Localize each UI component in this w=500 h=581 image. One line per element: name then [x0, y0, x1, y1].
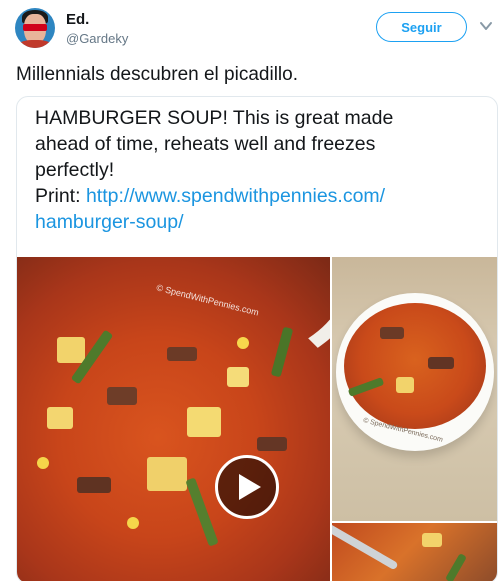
- avatar-shirt: [19, 40, 51, 48]
- potato-chunk: [396, 377, 414, 393]
- spoon: [332, 523, 399, 571]
- potato-chunk: [187, 407, 221, 437]
- quoted-card[interactable]: HAMBURGER SOUP! This is great made ahead…: [16, 96, 498, 581]
- bowl-soup: [344, 303, 486, 429]
- potato-chunk: [147, 457, 187, 491]
- beef-crumble: [107, 387, 137, 405]
- beef-crumble: [428, 357, 454, 369]
- potato-chunk: [422, 533, 442, 547]
- card-text: HAMBURGER SOUP! This is great made ahead…: [35, 105, 490, 235]
- card-print-line: Print: http://www.spendwithpennies.com/: [35, 183, 490, 209]
- print-label: Print:: [35, 185, 86, 207]
- user-handle[interactable]: @Gardeky: [66, 31, 128, 46]
- tweet-text: Millennials descubren el picadillo.: [16, 64, 298, 85]
- potato-chunk: [57, 337, 85, 363]
- card-link-part-2[interactable]: hamburger-soup/: [35, 209, 490, 235]
- tweet-header: Ed. @Gardeky Seguir: [0, 0, 500, 56]
- play-icon: [239, 474, 261, 500]
- follow-button[interactable]: Seguir: [376, 12, 467, 42]
- beef-crumble: [380, 327, 404, 339]
- card-link-part-1[interactable]: http://www.spendwithpennies.com/: [86, 185, 385, 207]
- avatar[interactable]: [15, 8, 55, 48]
- beef-crumble: [257, 437, 287, 451]
- soup-spoon-image[interactable]: [332, 523, 497, 581]
- play-button[interactable]: [215, 455, 279, 519]
- chevron-down-icon[interactable]: [479, 20, 493, 32]
- corn-kernel: [237, 337, 249, 349]
- potato-chunk: [227, 367, 249, 387]
- potato-chunk: [47, 407, 73, 429]
- pot-rim: [17, 257, 330, 387]
- soup-pot-image[interactable]: © SpendWithPennies.com: [17, 257, 330, 581]
- soup-bowl-image[interactable]: © SpendWithPennies.com: [332, 257, 497, 521]
- card-line-2: ahead of time, reheats well and freezes: [35, 133, 376, 155]
- avatar-glasses: [23, 24, 47, 31]
- beef-crumble: [167, 347, 197, 361]
- user-name[interactable]: Ed.: [66, 11, 89, 28]
- corn-kernel: [127, 517, 139, 529]
- card-line-3: perfectly!: [35, 159, 115, 181]
- beef-crumble: [77, 477, 111, 493]
- card-line-1: HAMBURGER SOUP! This is great made: [35, 107, 394, 129]
- green-bean: [185, 477, 219, 547]
- green-bean: [445, 553, 467, 581]
- corn-kernel: [37, 457, 49, 469]
